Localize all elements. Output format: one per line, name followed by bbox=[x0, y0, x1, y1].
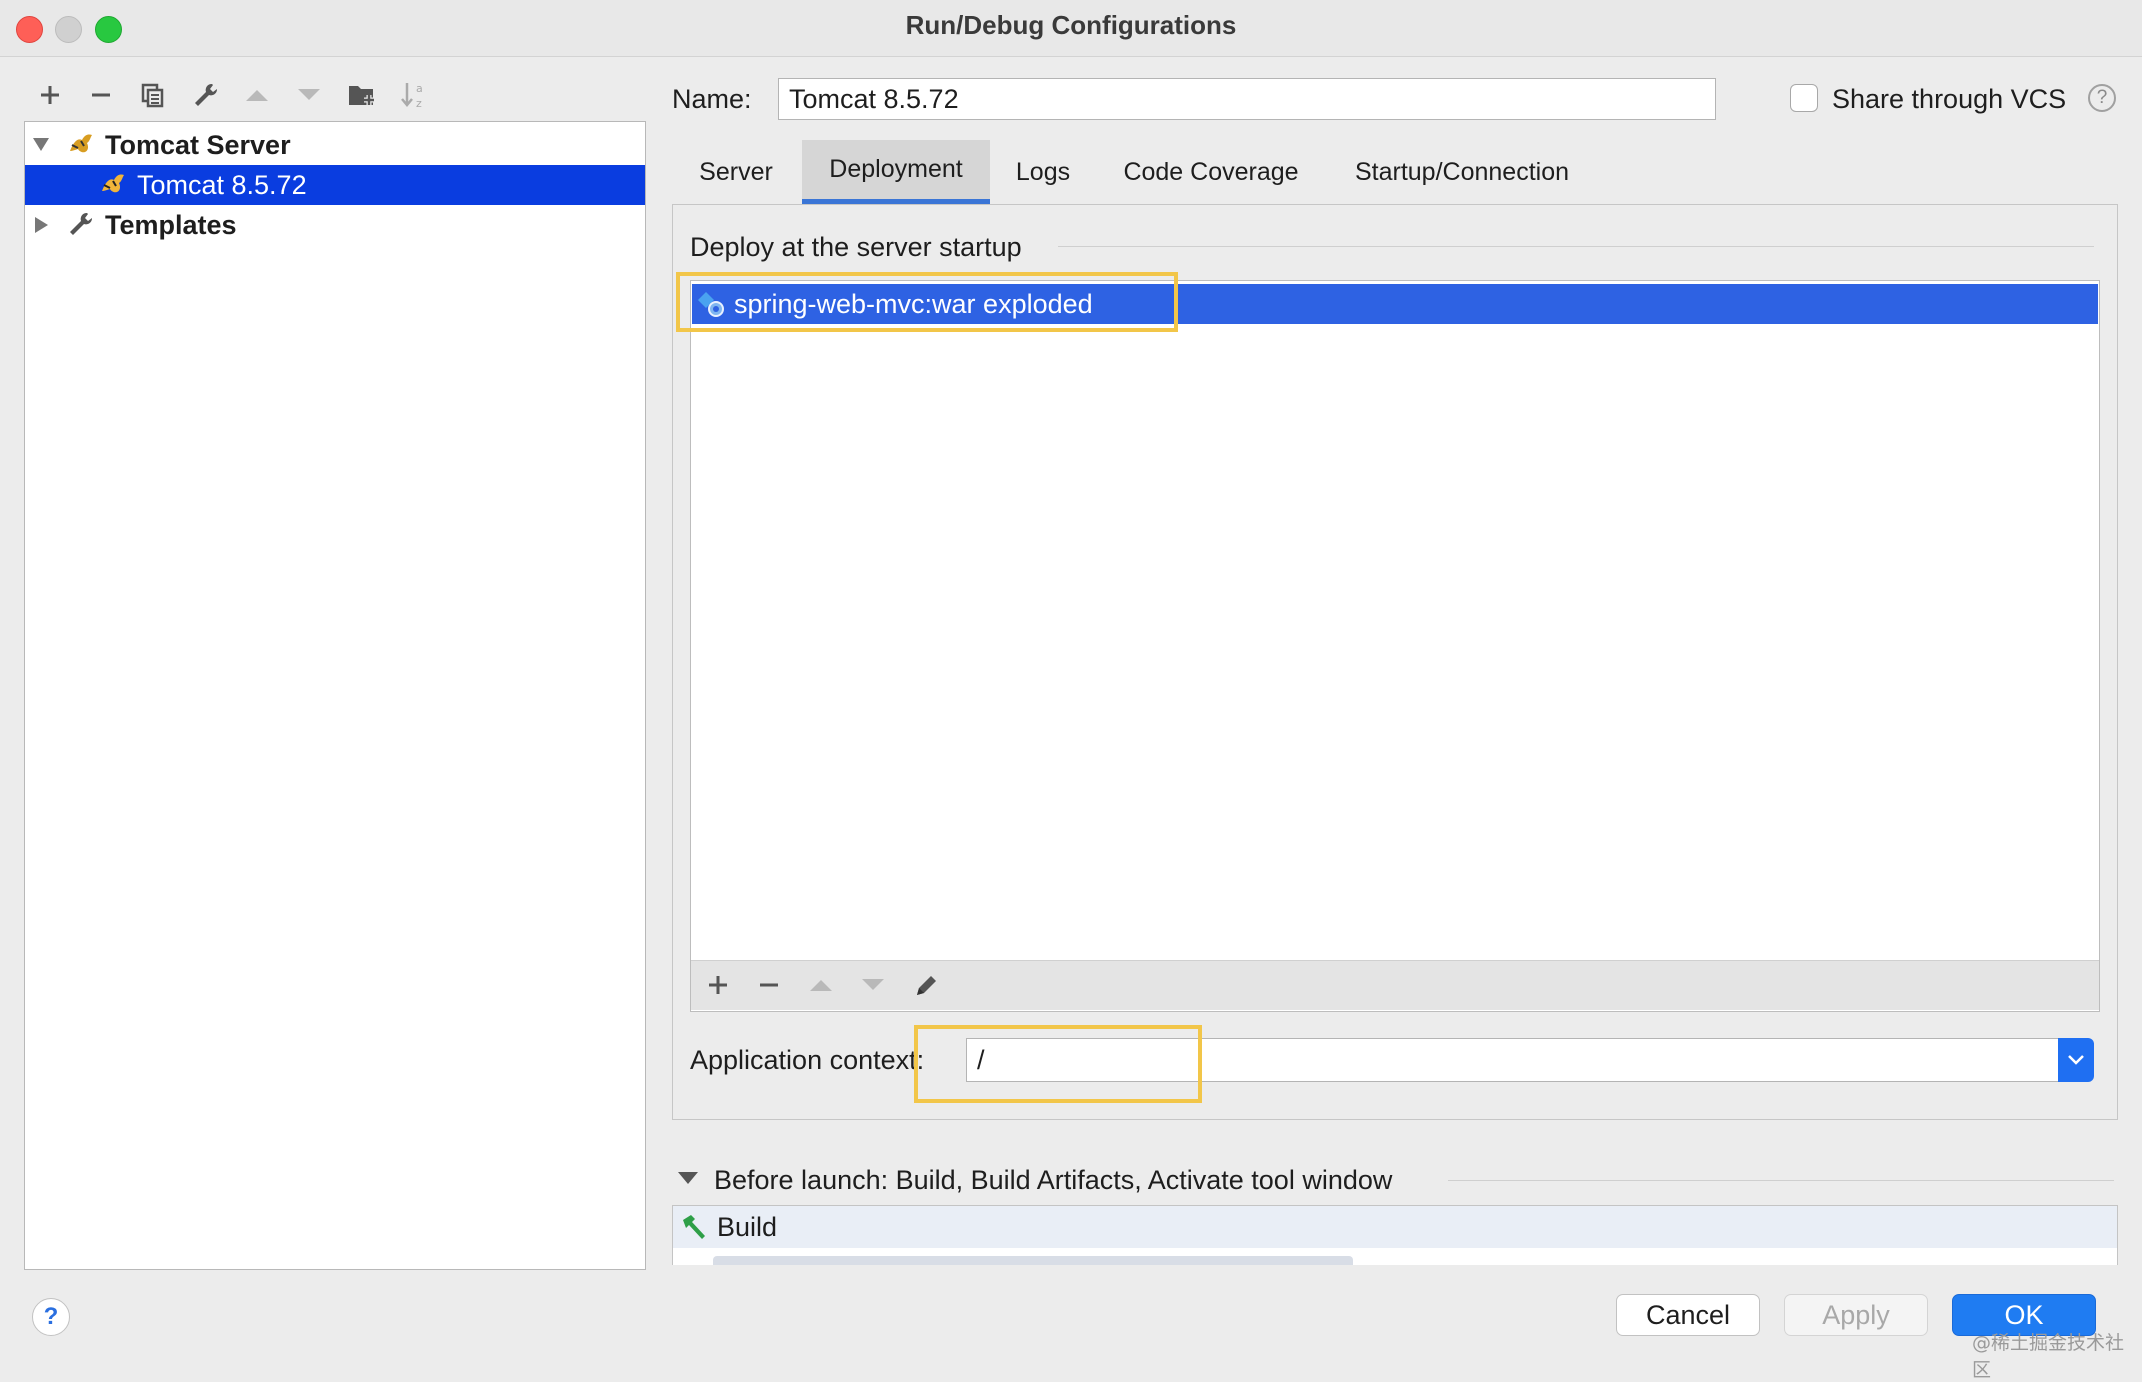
section-divider bbox=[1448, 1180, 2114, 1181]
tomcat-icon bbox=[67, 131, 95, 166]
collapse-arrow-icon[interactable] bbox=[678, 1172, 698, 1184]
tree-item-templates[interactable]: Templates bbox=[25, 205, 645, 245]
cancel-button[interactable]: Cancel bbox=[1616, 1294, 1760, 1336]
move-up-icon[interactable] bbox=[804, 968, 838, 1002]
tree-item-tomcat-8-5-72[interactable]: Tomcat 8.5.72 bbox=[25, 165, 645, 205]
tab-logs[interactable]: Logs bbox=[998, 140, 1088, 204]
window-title: Run/Debug Configurations bbox=[905, 10, 1237, 40]
sort-icon[interactable]: az bbox=[397, 78, 431, 112]
help-icon[interactable]: ? bbox=[2088, 84, 2116, 112]
app-context-label: Application context: bbox=[690, 1045, 925, 1075]
wrench-icon bbox=[67, 210, 95, 245]
collapse-arrow-icon[interactable] bbox=[35, 217, 48, 233]
list-item-truncated bbox=[713, 1256, 1353, 1265]
svg-text:z: z bbox=[416, 97, 422, 110]
tree-item-tomcat-server[interactable]: Tomcat Server bbox=[25, 125, 645, 165]
deploy-section-label: Deploy at the server startup bbox=[690, 232, 1022, 262]
hammer-icon bbox=[679, 1212, 709, 1242]
deployment-artifacts-list[interactable] bbox=[690, 280, 2100, 1012]
add-icon[interactable] bbox=[701, 968, 735, 1002]
remove-icon[interactable] bbox=[752, 968, 786, 1002]
tree-item-label: Templates bbox=[105, 209, 237, 240]
name-field-value: Tomcat 8.5.72 bbox=[789, 83, 959, 114]
copy-icon[interactable] bbox=[136, 78, 170, 112]
app-context-dropdown-button[interactable] bbox=[2058, 1038, 2094, 1082]
list-item[interactable]: Build bbox=[673, 1206, 2117, 1248]
list-toolbar bbox=[691, 960, 2099, 1010]
tab-startup-connection[interactable]: Startup/Connection bbox=[1340, 140, 1584, 204]
remove-icon[interactable] bbox=[84, 78, 118, 112]
add-icon[interactable] bbox=[33, 78, 67, 112]
move-down-icon[interactable] bbox=[292, 78, 326, 112]
name-field[interactable]: Tomcat 8.5.72 bbox=[778, 78, 1716, 120]
move-down-icon[interactable] bbox=[856, 968, 890, 1002]
tab-server[interactable]: Server bbox=[680, 140, 792, 204]
tree-item-label: Tomcat 8.5.72 bbox=[137, 169, 307, 200]
tomcat-icon bbox=[99, 171, 127, 206]
expand-arrow-icon[interactable] bbox=[33, 138, 49, 151]
before-launch-list[interactable]: Build bbox=[672, 1205, 2118, 1265]
share-vcs-checkbox[interactable] bbox=[1790, 84, 1818, 112]
annotation-box bbox=[676, 272, 1178, 332]
watermark: @稀土掘金技术社区 bbox=[1972, 1332, 2125, 1381]
svg-text:a: a bbox=[416, 82, 423, 95]
tab-deployment[interactable]: Deployment bbox=[802, 140, 990, 204]
apply-button[interactable]: Apply bbox=[1784, 1294, 1928, 1336]
section-divider bbox=[1058, 246, 2094, 247]
annotation-box bbox=[914, 1025, 1202, 1103]
edit-icon[interactable] bbox=[910, 968, 944, 1002]
wrench-icon[interactable] bbox=[189, 78, 223, 112]
help-button[interactable]: ? bbox=[32, 1298, 70, 1336]
before-launch-label[interactable]: Before launch: Build, Build Artifacts, A… bbox=[714, 1165, 1392, 1196]
new-folder-icon[interactable] bbox=[345, 78, 379, 112]
name-label: Name: bbox=[672, 84, 752, 114]
tab-code-coverage[interactable]: Code Coverage bbox=[1110, 140, 1312, 204]
before-launch-item-label: Build bbox=[717, 1211, 778, 1242]
tree-item-label: Tomcat Server bbox=[105, 129, 291, 160]
move-up-icon[interactable] bbox=[240, 78, 274, 112]
share-vcs-label: Share through VCS bbox=[1832, 84, 2067, 114]
configuration-tree[interactable]: Tomcat Server Tomcat 8.5.72 Templates bbox=[24, 121, 646, 1270]
chevron-down-icon bbox=[2068, 1055, 2084, 1065]
